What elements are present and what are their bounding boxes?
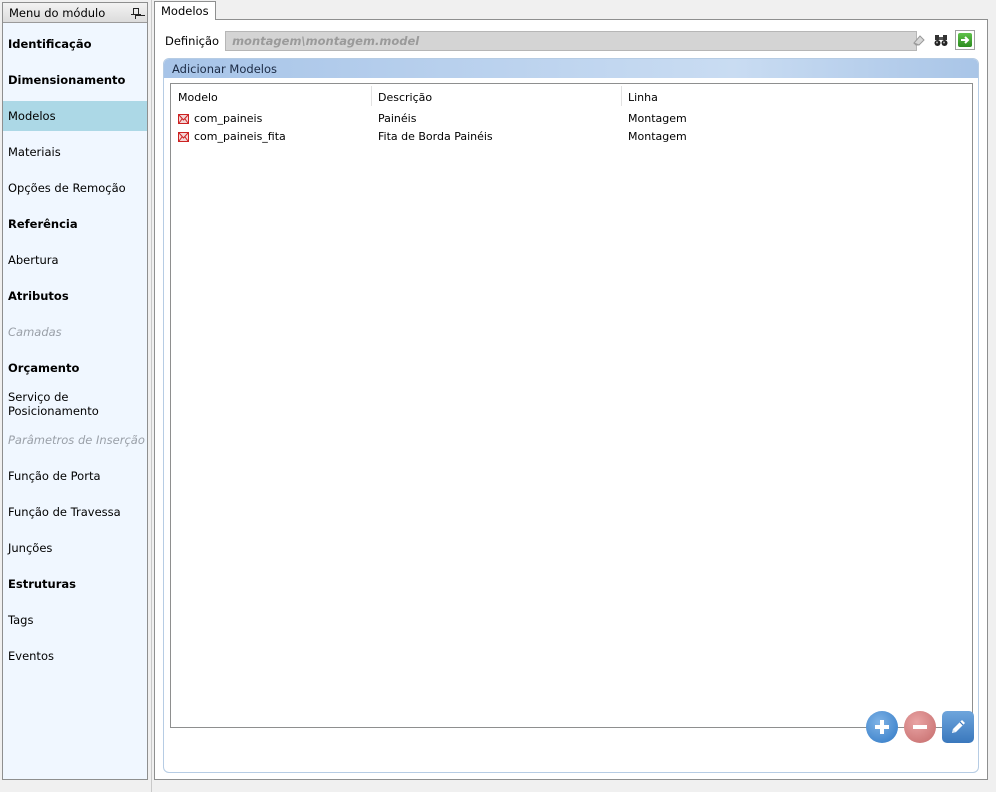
- models-list[interactable]: Modelo Descrição Linha com_paineis Painé…: [170, 83, 973, 728]
- module-menu-title: Menu do módulo: [9, 5, 106, 20]
- tab-modelos[interactable]: Modelos: [154, 1, 216, 20]
- panel-splitter[interactable]: [151, 0, 152, 792]
- main-content: Definição montagem\montagem.model Adicio…: [154, 19, 988, 780]
- sidebar-item-modelos[interactable]: Modelos: [3, 101, 147, 131]
- search-button[interactable]: [931, 30, 951, 50]
- sidebar-item-dimensionamento[interactable]: Dimensionamento: [3, 65, 147, 95]
- definition-field[interactable]: montagem\montagem.model: [225, 31, 918, 51]
- plus-icon: [875, 720, 889, 734]
- module-menu-list: Identificação Dimensionamento Modelos Mater…: [3, 29, 147, 671]
- go-button[interactable]: [955, 30, 975, 50]
- definition-value: montagem\montagem.model: [232, 34, 420, 48]
- eraser-button[interactable]: [909, 30, 929, 50]
- list-column-headers: Modelo Descrição Linha: [171, 84, 972, 108]
- sidebar-item-juncoes[interactable]: Junções: [3, 533, 147, 563]
- table-row[interactable]: com_paineis_fita Fita de Borda Painéis M…: [171, 128, 972, 146]
- cell-modelo: com_paineis: [194, 112, 263, 125]
- pencil-icon: [952, 720, 965, 733]
- sidebar-item-servico-de-posicionamento[interactable]: Serviço de Posicionamento: [3, 389, 147, 419]
- definition-label: Definição: [165, 34, 220, 48]
- sidebar-item-referencia[interactable]: Referência: [3, 209, 147, 239]
- definition-row: Definição montagem\montagem.model: [165, 30, 918, 52]
- edit-model-button[interactable]: [942, 711, 974, 743]
- group-header: Adicionar Modelos: [164, 59, 978, 78]
- binoculars-icon: [934, 35, 948, 46]
- sidebar-item-materiais[interactable]: Materiais: [3, 137, 147, 167]
- cell-linha: Montagem: [628, 112, 687, 125]
- column-separator[interactable]: [371, 86, 372, 106]
- module-menu-panel: Menu do módulo Identificação Dimensioname…: [2, 2, 148, 780]
- arrow-right-icon: [958, 33, 972, 47]
- group-title: Adicionar Modelos: [172, 61, 277, 76]
- sidebar-item-funcao-de-travessa[interactable]: Função de Travessa: [3, 497, 147, 527]
- cell-descricao: Painéis: [378, 112, 417, 125]
- minus-icon: [913, 725, 927, 729]
- module-menu-header: Menu do módulo: [3, 3, 147, 23]
- sidebar-item-funcao-de-porta[interactable]: Função de Porta: [3, 461, 147, 491]
- sidebar-item-opcoes-de-remocao[interactable]: Opções de Remoção: [3, 173, 147, 203]
- sidebar-item-abertura[interactable]: Abertura: [3, 245, 147, 275]
- column-header-modelo[interactable]: Modelo: [178, 91, 218, 104]
- sidebar-item-camadas: Camadas: [8, 325, 62, 339]
- sidebar-item-orcamento[interactable]: Orçamento: [3, 353, 147, 383]
- add-models-group: Adicionar Modelos Modelo Descrição Linha…: [163, 58, 979, 773]
- model-file-icon: [178, 132, 189, 142]
- column-separator[interactable]: [621, 86, 622, 106]
- column-header-linha[interactable]: Linha: [628, 91, 658, 104]
- table-row[interactable]: com_paineis Painéis Montagem: [171, 110, 972, 128]
- column-header-descricao[interactable]: Descrição: [378, 91, 432, 104]
- sidebar-item-tags[interactable]: Tags: [3, 605, 147, 635]
- sidebar-item-atributos[interactable]: Atributos: [3, 281, 147, 311]
- add-model-button[interactable]: [866, 711, 898, 743]
- remove-model-button[interactable]: [904, 711, 936, 743]
- sidebar-item-identificacao[interactable]: Identificação: [3, 29, 147, 59]
- pin-icon[interactable]: [131, 7, 141, 19]
- sidebar-item-parametros-de-insercao: Parâmetros de Inserção: [8, 433, 145, 447]
- sidebar-item-eventos[interactable]: Eventos: [3, 641, 147, 671]
- model-file-icon: [178, 114, 189, 124]
- sidebar-item-estruturas[interactable]: Estruturas: [3, 569, 147, 599]
- cell-modelo: com_paineis_fita: [194, 130, 286, 143]
- cell-linha: Montagem: [628, 130, 687, 143]
- cell-descricao: Fita de Borda Painéis: [378, 130, 493, 143]
- tab-label: Modelos: [161, 4, 209, 18]
- eraser-icon: [913, 35, 925, 46]
